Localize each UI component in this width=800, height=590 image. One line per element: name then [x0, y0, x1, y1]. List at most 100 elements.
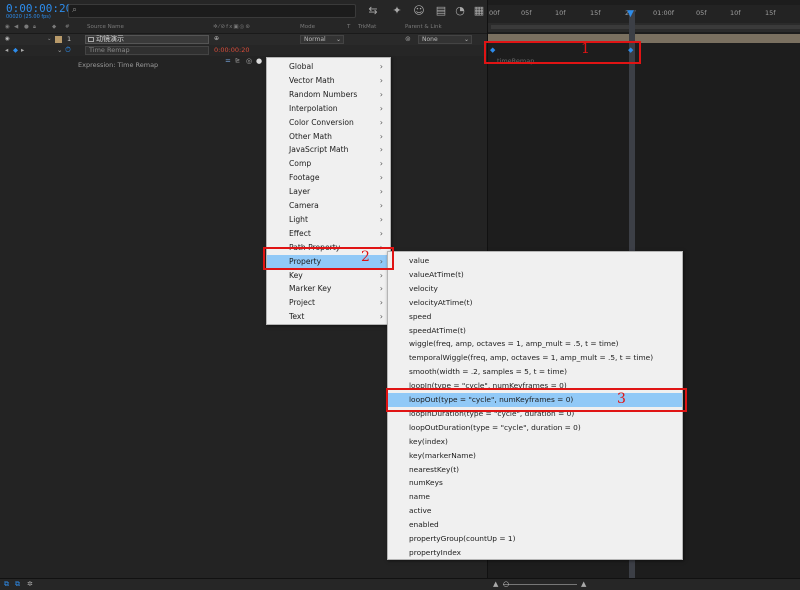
expression-language-menu[interactable]: Global › Vector Math › Random Numbers › Interp…	[266, 57, 391, 325]
menu-item-label: Interpolation	[289, 103, 338, 113]
frame-blending-icon[interactable]: ▤	[434, 4, 448, 18]
time-ruler[interactable]: 00f 05f 10f 15f 20f 01:00f 05f 10f 15f	[488, 5, 800, 23]
zoom-in-icon[interactable]: ▲	[581, 580, 586, 588]
keyframe-nav-left-icon[interactable]: ◂	[5, 46, 8, 54]
expand-panes-icon[interactable]: ⧉	[15, 580, 20, 589]
menu-item-marker-key[interactable]: Marker Key ›	[267, 282, 390, 296]
menu-item-label: JavaScript Math	[289, 145, 349, 155]
label-color-swatch[interactable]	[55, 36, 62, 43]
ruler-tick: 05f	[521, 9, 532, 17]
submenu-item[interactable]: numKeys	[388, 476, 682, 490]
submenu-item[interactable]: temporalWiggle(freq, amp, octaves = 1, a…	[388, 351, 682, 365]
menu-item-effect[interactable]: Effect ›	[267, 227, 390, 241]
property-value[interactable]: 0:00:00:20	[214, 46, 250, 54]
keyframe-nav-right-icon[interactable]: ▸	[21, 46, 24, 54]
motion-blur-icon[interactable]: ◔	[453, 4, 467, 18]
submenu-item[interactable]: speedAtTime(t)	[388, 324, 682, 338]
menu-item-random-numbers[interactable]: Random Numbers ›	[267, 88, 390, 102]
chevron-right-icon: ›	[379, 89, 383, 99]
ruler-tick: 15f	[765, 9, 776, 17]
shy-layers-icon[interactable]: ☺	[412, 4, 426, 18]
column-trkmat: TrkMat	[358, 24, 377, 30]
submenu-item[interactable]: wiggle(freq, amp, octaves = 1, amp_mult …	[388, 337, 682, 351]
playhead-icon[interactable]: ▼	[627, 9, 634, 19]
layer-row[interactable]: ◉ ⌄ 1 动镜演示 ⊕ Normal ⌄ ⊚ None ⌄	[0, 34, 487, 45]
submenu-item[interactable]: key(markerName)	[388, 449, 682, 463]
submenu-item[interactable]: speed	[388, 310, 682, 324]
menu-item-label: Light	[289, 214, 308, 224]
toggle-switches-icon[interactable]: ✲	[27, 580, 33, 588]
submenu-item[interactable]: nearestKey(t)	[388, 463, 682, 477]
menu-item-light[interactable]: Light ›	[267, 213, 390, 227]
visibility-icon[interactable]: ◉	[5, 36, 10, 42]
ruler-tick: 10f	[730, 9, 741, 17]
stopwatch-icon[interactable]: ⏱	[65, 45, 71, 55]
annotation-label-1: 1	[581, 41, 590, 57]
annotation-box-3	[386, 388, 687, 412]
submenu-item[interactable]: smooth(width = .2, samples = 5, t = time…	[388, 365, 682, 379]
zoom-slider-handle[interactable]: ○	[503, 580, 509, 588]
menu-item-key[interactable]: Key ›	[267, 269, 390, 283]
work-area-bar[interactable]	[488, 23, 800, 32]
layer-name-field[interactable]: 动镜演示	[85, 35, 209, 44]
menu-item-text[interactable]: Text ›	[267, 310, 390, 324]
menu-item-comp[interactable]: Comp ›	[267, 157, 390, 171]
expression-toggle-icon[interactable]: =	[225, 57, 231, 65]
column-source-name[interactable]: Source Name	[87, 24, 124, 30]
ruler-tick: 05f	[696, 9, 707, 17]
submenu-item[interactable]: propertyIndex	[388, 546, 682, 560]
expression-label: Expression: Time Remap	[78, 61, 159, 69]
chevron-right-icon: ›	[379, 312, 383, 322]
pick-whip-icon[interactable]: ◎	[246, 57, 252, 65]
switches-icon: ✲⁄⊘fx▣◎⊛	[213, 24, 251, 30]
shy-switch-icon[interactable]: ⊕	[214, 35, 219, 42]
menu-item-footage[interactable]: Footage ›	[267, 171, 390, 185]
submenu-item[interactable]: propertyGroup(countUp = 1)	[388, 532, 682, 546]
expression-language-menu-icon[interactable]: ●	[256, 57, 262, 65]
pick-whip-icon[interactable]: ⊚	[405, 35, 411, 43]
menu-item-global[interactable]: Global ›	[267, 60, 390, 74]
search-input[interactable]: ⌕	[68, 4, 356, 18]
submenu-item[interactable]: active	[388, 504, 682, 518]
submenu-item[interactable]: name	[388, 490, 682, 504]
menu-item-label: Text	[289, 312, 305, 322]
menu-item-layer[interactable]: Layer ›	[267, 185, 390, 199]
submenu-item[interactable]: key(index)	[388, 435, 682, 449]
menu-item-label: Key	[289, 270, 303, 280]
menu-item-camera[interactable]: Camera ›	[267, 199, 390, 213]
comp-flowchart-icon[interactable]: ⇆	[366, 4, 380, 18]
blend-mode-select[interactable]: Normal ⌄	[300, 35, 344, 44]
menu-item-other-math[interactable]: Other Math ›	[267, 130, 390, 144]
menu-item-project[interactable]: Project ›	[267, 296, 390, 310]
expression-graph-icon[interactable]: ⊵	[235, 57, 240, 64]
chevron-down-icon[interactable]: ⌄	[57, 46, 62, 54]
menu-item-label: Project	[289, 298, 315, 308]
submenu-item[interactable]: enabled	[388, 518, 682, 532]
render-time-icon[interactable]: ⧉	[4, 580, 9, 589]
add-keyframe-icon[interactable]: ◆	[13, 46, 18, 54]
submenu-item[interactable]: velocityAtTime(t)	[388, 296, 682, 310]
zoom-out-icon[interactable]: ▲	[493, 580, 498, 588]
layer-column-header: ◉ ◀ ● 🔒︎ ◆ # Source Name ✲⁄⊘fx▣◎⊛ Mode T…	[0, 23, 487, 34]
menu-item-label: Comp	[289, 159, 312, 169]
solo-icon: ●	[24, 24, 29, 30]
chevron-down-icon[interactable]: ⌄	[47, 36, 52, 42]
graph-editor-icon[interactable]: ▦	[472, 4, 486, 18]
submenu-item[interactable]: velocity	[388, 282, 682, 296]
submenu-item[interactable]: valueAtTime(t)	[388, 268, 682, 282]
submenu-item[interactable]: loopOutDuration(type = "cycle", duration…	[388, 421, 682, 435]
chevron-right-icon: ›	[379, 298, 383, 308]
draft-3d-icon[interactable]: ✦	[390, 4, 404, 18]
chevron-right-icon: ›	[379, 117, 383, 127]
menu-item-label: Effect	[289, 228, 311, 238]
property-row[interactable]: ◂ ◆ ▸ ⌄ ⏱ Time Remap 0:00:00:20	[0, 45, 487, 56]
parent-select[interactable]: None ⌄	[418, 35, 472, 44]
chevron-right-icon: ›	[379, 214, 383, 224]
zoom-slider[interactable]	[503, 584, 577, 585]
menu-item-javascript-math[interactable]: JavaScript Math ›	[267, 143, 390, 157]
composition-icon	[88, 37, 94, 42]
menu-item-color-conversion[interactable]: Color Conversion ›	[267, 116, 390, 130]
menu-item-vector-math[interactable]: Vector Math ›	[267, 74, 390, 88]
menu-item-interpolation[interactable]: Interpolation ›	[267, 102, 390, 116]
submenu-item[interactable]: value	[388, 254, 682, 268]
